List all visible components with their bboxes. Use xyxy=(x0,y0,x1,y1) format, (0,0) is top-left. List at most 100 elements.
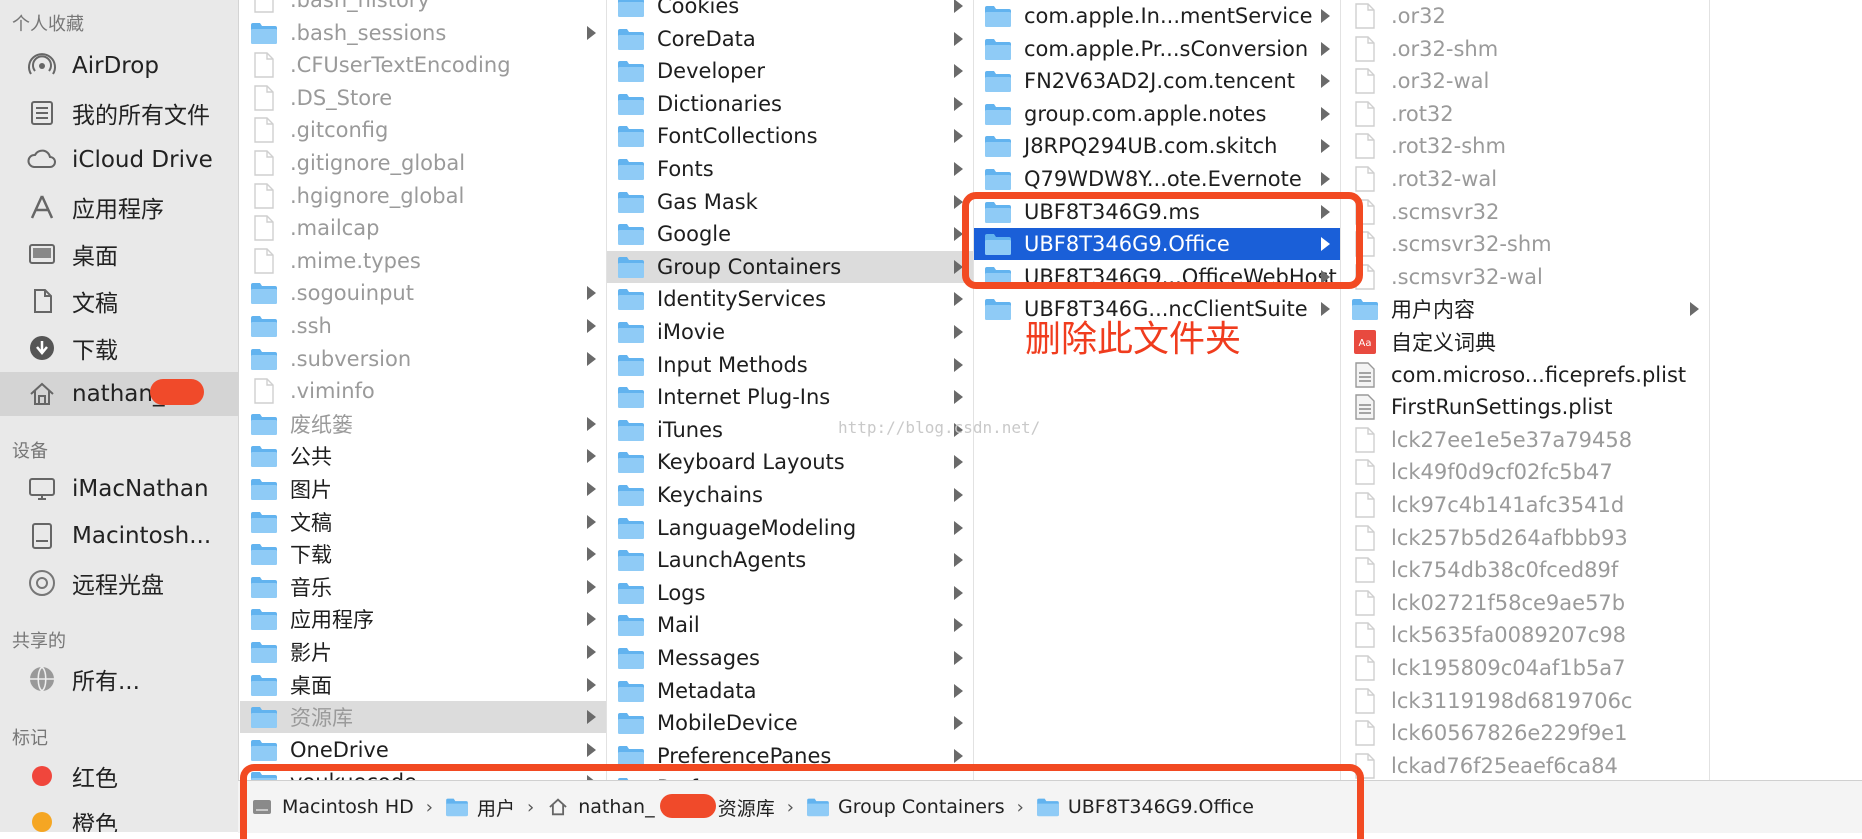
folder-row[interactable]: LanguageModeling xyxy=(607,512,973,544)
folder-row[interactable]: 图片 xyxy=(240,473,606,505)
folder-row[interactable]: 桌面 xyxy=(240,669,606,701)
file-row[interactable]: .or32-shm xyxy=(1341,33,1709,65)
file-row[interactable]: .rot32 xyxy=(1341,98,1709,130)
folder-row[interactable]: Group Containers xyxy=(607,250,973,283)
file-row[interactable]: .rot32-wal xyxy=(1341,163,1709,195)
column-office[interactable]: .or32 .or32-shm .or32-wal .rot32 .rot32-shm.… xyxy=(1341,0,1710,780)
row-label: FontCollections xyxy=(657,124,818,149)
file-row[interactable]: Aa 自定义词典 xyxy=(1341,326,1709,358)
folder-row[interactable]: 下载 xyxy=(240,538,606,570)
file-icon xyxy=(1351,524,1379,551)
file-row[interactable]: .mime.types xyxy=(240,245,606,277)
folder-row[interactable]: Mail xyxy=(607,609,973,641)
folder-row[interactable]: LaunchAgents xyxy=(607,544,973,576)
folder-row[interactable]: Cookies xyxy=(607,0,973,22)
sidebar-item-imac[interactable]: iMacNathan xyxy=(0,467,238,511)
file-row[interactable]: .DS_Store xyxy=(240,82,606,114)
sidebar-tag-red[interactable]: 红色 xyxy=(0,754,238,798)
sidebar-item-downloads[interactable]: 下载 xyxy=(0,326,238,370)
row-label: 废纸篓 xyxy=(290,412,353,437)
folder-row[interactable]: 用户内容 xyxy=(1341,293,1709,325)
folder-row[interactable]: Google xyxy=(607,218,973,250)
folder-row[interactable]: Internet Plug-Ins xyxy=(607,381,973,413)
sidebar-tag-orange[interactable]: 橙色 xyxy=(0,800,238,832)
folder-row[interactable]: 音乐 xyxy=(240,571,606,603)
file-row[interactable]: lck97c4b141afc3541d xyxy=(1341,489,1709,521)
sidebar-item-airdrop[interactable]: AirDrop xyxy=(0,44,238,88)
disclosure-arrow-icon xyxy=(954,31,963,46)
file-row[interactable]: .mailcap xyxy=(240,212,606,244)
file-row[interactable]: lck49f0d9cf02fc5b47 xyxy=(1341,456,1709,488)
folder-row[interactable]: Input Methods xyxy=(607,349,973,381)
folder-row[interactable]: Keyboard Layouts xyxy=(607,446,973,478)
sidebar-item-all-files[interactable]: 我的所有文件 xyxy=(0,91,238,135)
file-row[interactable]: lck3119198d6819706c xyxy=(1341,685,1709,717)
row-label: lck97c4b141afc3541d xyxy=(1391,493,1625,517)
folder-row[interactable]: Logs xyxy=(607,577,973,609)
file-row[interactable]: .rot32-shm xyxy=(1341,130,1709,162)
folder-row[interactable]: Gas Mask xyxy=(607,186,973,218)
folder-row[interactable]: 废纸篓 xyxy=(240,408,606,440)
folder-row[interactable]: 公共 xyxy=(240,440,606,472)
folder-row[interactable]: IdentityServices xyxy=(607,283,973,315)
folder-row[interactable]: 资源库 xyxy=(240,701,606,734)
sidebar-item-desktop[interactable]: 桌面 xyxy=(0,232,238,276)
column-library[interactable]: Cookies CoreData Developer Dictionaries Font… xyxy=(607,0,974,780)
file-row[interactable]: .bash_history xyxy=(240,0,606,16)
folder-row[interactable]: MobileDevice xyxy=(607,707,973,739)
folder-row[interactable]: Metadata xyxy=(607,675,973,707)
folder-row[interactable]: J8RPQ294UB.com.skitch xyxy=(974,130,1340,162)
file-row[interactable]: .scmsvr32-wal xyxy=(1341,261,1709,293)
sidebar-item-macintosh[interactable]: Macintosh... xyxy=(0,514,238,558)
file-row[interactable]: lck257b5d264afbbb93 xyxy=(1341,522,1709,554)
sidebar-item-applications[interactable]: 应用程序 xyxy=(0,185,238,229)
folder-row[interactable]: 影片 xyxy=(240,636,606,668)
sidebar-item-documents[interactable]: 文稿 xyxy=(0,279,238,323)
file-row[interactable]: lckad76f25eaef6ca84 xyxy=(1341,750,1709,780)
file-row[interactable]: lck754db38c0fced89f xyxy=(1341,554,1709,586)
file-row[interactable]: lck27ee1e5e37a79458 xyxy=(1341,424,1709,456)
column-home[interactable]: .bash_history .bash_sessions .CFUserTextEn… xyxy=(240,0,607,780)
folder-row[interactable]: Keychains xyxy=(607,479,973,511)
folder-row[interactable]: FN2V63AD2J.com.tencent xyxy=(974,65,1340,97)
column-group-containers[interactable]: com.apple.In...mentService com.apple.Pr..… xyxy=(974,0,1341,780)
folder-row[interactable]: Developer xyxy=(607,55,973,87)
file-row[interactable]: lck195809c04af1b5a7 xyxy=(1341,652,1709,684)
folder-row[interactable]: iMovie xyxy=(607,316,973,348)
sidebar-item-icloud-drive[interactable]: iCloud Drive xyxy=(0,138,238,182)
disclosure-arrow-icon xyxy=(587,742,596,757)
file-row[interactable]: .scmsvr32 xyxy=(1341,196,1709,228)
file-row[interactable]: FirstRunSettings.plist xyxy=(1341,391,1709,423)
row-label: Gas Mask xyxy=(657,189,758,214)
folder-row[interactable]: .ssh xyxy=(240,310,606,342)
file-row[interactable]: .or32-wal xyxy=(1341,65,1709,97)
folder-row[interactable]: CoreData xyxy=(607,23,973,55)
sidebar-item-remote-disc[interactable]: 远程光盘 xyxy=(0,561,238,605)
folder-row[interactable]: Messages xyxy=(607,642,973,674)
file-row[interactable]: com.microso...ficeprefs.plist xyxy=(1341,359,1709,391)
folder-row[interactable]: .sogouinput xyxy=(240,277,606,309)
folder-row[interactable]: com.apple.In...mentService xyxy=(974,0,1340,32)
folder-row[interactable]: FontCollections xyxy=(607,120,973,152)
folder-row[interactable]: .bash_sessions xyxy=(240,17,606,49)
folder-row[interactable]: group.com.apple.notes xyxy=(974,98,1340,130)
folder-row[interactable]: Q79WDW8Y...ote.Evernote xyxy=(974,163,1340,195)
folder-row[interactable]: 文稿 xyxy=(240,506,606,538)
sidebar-item-shared-all[interactable]: 所有... xyxy=(0,657,238,701)
file-row[interactable]: .gitconfig xyxy=(240,114,606,146)
file-row[interactable]: lck5635fa0089207c98 xyxy=(1341,619,1709,651)
file-row[interactable]: .hgignore_global xyxy=(240,180,606,212)
file-row[interactable]: .gitignore_global xyxy=(240,147,606,179)
folder-row[interactable]: Fonts xyxy=(607,153,973,185)
folder-row[interactable]: Dictionaries xyxy=(607,88,973,120)
file-row[interactable]: .scmsvr32-shm xyxy=(1341,228,1709,260)
file-row[interactable]: .viminfo xyxy=(240,375,606,407)
file-row[interactable]: lck60567826e229f9e1 xyxy=(1341,717,1709,749)
file-row[interactable]: .CFUserTextEncoding xyxy=(240,49,606,81)
folder-row[interactable]: com.apple.Pr...sConversion xyxy=(974,33,1340,65)
folder-row[interactable]: OneDrive xyxy=(240,734,606,766)
folder-row[interactable]: 应用程序 xyxy=(240,603,606,635)
file-row[interactable]: lck02721f58ce9ae57b xyxy=(1341,587,1709,619)
file-row[interactable]: .or32 xyxy=(1341,0,1709,32)
folder-row[interactable]: .subversion xyxy=(240,343,606,375)
